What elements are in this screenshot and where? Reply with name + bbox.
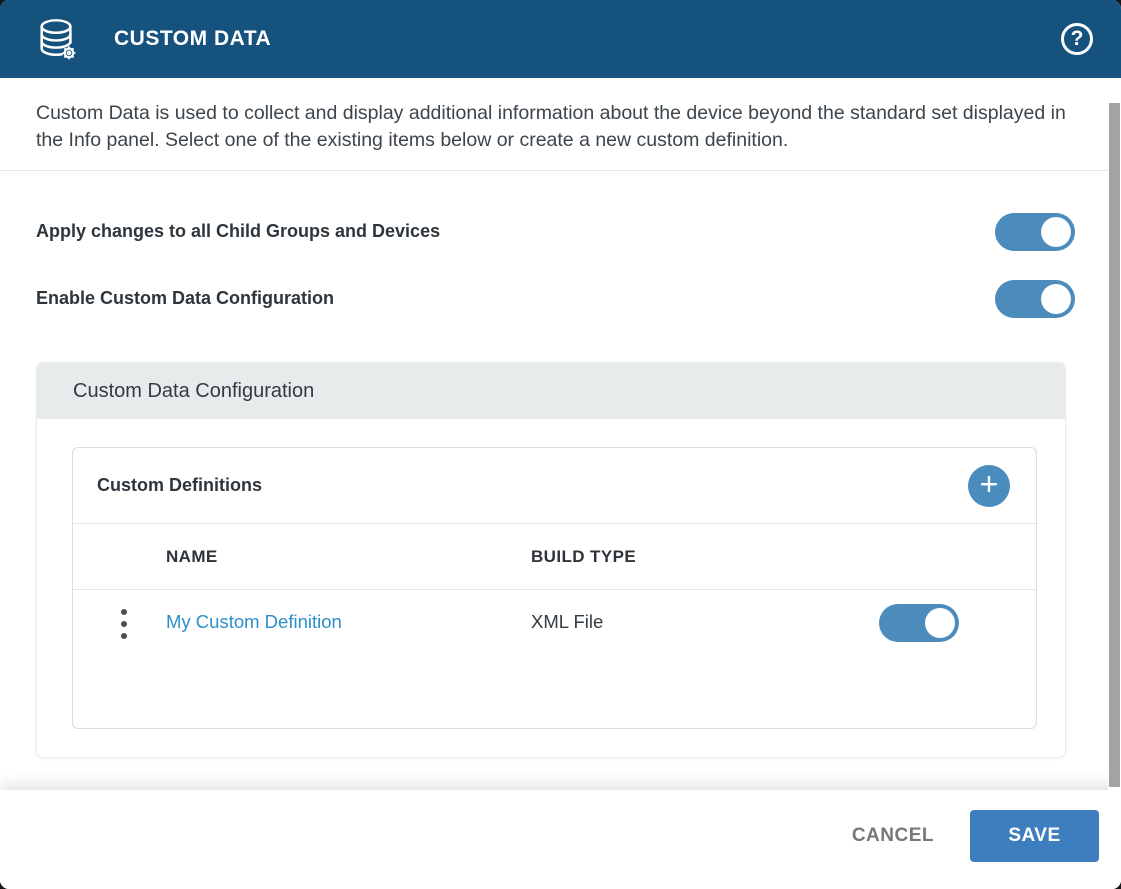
card-header: Custom Definitions + xyxy=(73,448,1036,523)
table-header-row: NAME BUILD TYPE xyxy=(73,523,1036,589)
custom-data-dialog: CUSTOM DATA ? Custom Data is used to col… xyxy=(0,0,1121,889)
definition-name-link[interactable]: My Custom Definition xyxy=(166,611,342,633)
dialog-title: CUSTOM DATA xyxy=(114,27,271,51)
custom-data-configuration-panel: Custom Data Configuration Custom Definit… xyxy=(36,362,1066,758)
save-button[interactable]: SAVE xyxy=(970,810,1099,862)
card-title: Custom Definitions xyxy=(97,475,262,496)
custom-definitions-card: Custom Definitions + NAME BUILD TYPE My … xyxy=(72,447,1037,729)
dialog-footer: CANCEL SAVE xyxy=(0,790,1121,889)
scrollbar-track[interactable] xyxy=(1108,78,1121,889)
table-row: My Custom Definition XML File xyxy=(73,589,1036,657)
divider xyxy=(0,170,1108,171)
add-definition-button[interactable]: + xyxy=(968,465,1010,507)
definition-enabled-toggle[interactable] xyxy=(879,604,959,642)
enable-custom-data-label: Enable Custom Data Configuration xyxy=(36,288,334,309)
column-header-name: NAME xyxy=(166,547,218,567)
dialog-header: CUSTOM DATA ? xyxy=(0,0,1121,78)
scrollbar-thumb[interactable] xyxy=(1109,103,1120,787)
toggle-knob xyxy=(1041,217,1071,247)
description-text: Custom Data is used to collect and displ… xyxy=(36,100,1066,154)
apply-changes-label: Apply changes to all Child Groups and De… xyxy=(36,221,440,242)
toggle-knob xyxy=(1041,284,1071,314)
panel-title: Custom Data Configuration xyxy=(73,380,314,403)
enable-custom-data-toggle[interactable] xyxy=(995,280,1075,318)
row-menu-icon[interactable] xyxy=(115,607,133,641)
panel-header: Custom Data Configuration xyxy=(37,363,1065,419)
help-icon[interactable]: ? xyxy=(1061,23,1093,55)
column-header-build-type: BUILD TYPE xyxy=(531,547,636,567)
apply-changes-toggle[interactable] xyxy=(995,213,1075,251)
toggle-knob xyxy=(925,608,955,638)
definition-build-type: XML File xyxy=(531,611,603,633)
cancel-button[interactable]: CANCEL xyxy=(852,825,934,847)
database-gear-icon xyxy=(34,16,80,62)
